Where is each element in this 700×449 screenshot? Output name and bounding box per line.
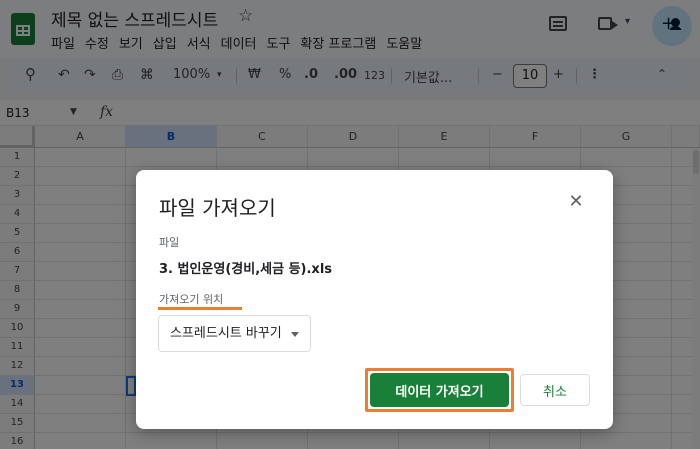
chevron-down-icon	[291, 332, 299, 337]
cancel-button[interactable]: 취소	[520, 374, 590, 406]
import-location-value: 스프레드시트 바꾸기	[170, 326, 282, 341]
import-data-button[interactable]: 데이터 가져오기	[370, 373, 509, 407]
import-location-select[interactable]: 스프레드시트 바꾸기	[158, 315, 311, 352]
file-label: 파일	[159, 236, 180, 249]
dialog-title: 파일 가져오기	[159, 196, 276, 220]
import-file-dialog: 파일 가져오기 ✕ 파일 3. 법인운영(경비,세금 등).xls 가져오기 위…	[136, 170, 613, 429]
import-location-label: 가져오기 위치	[159, 293, 224, 306]
file-name: 3. 법인운영(경비,세금 등).xls	[159, 262, 333, 277]
close-icon[interactable]: ✕	[568, 193, 584, 211]
highlight-underline	[158, 307, 242, 310]
